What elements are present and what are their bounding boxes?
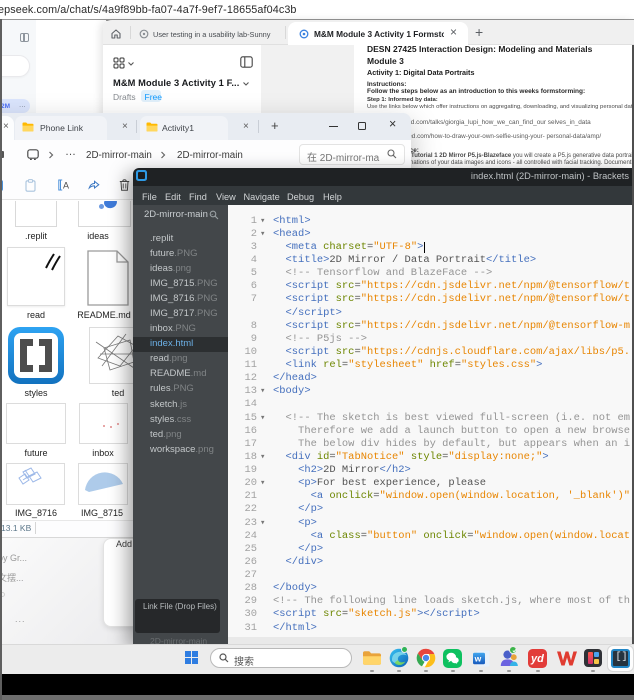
svg-text:A: A [63, 181, 69, 191]
svg-text:w: w [474, 654, 482, 664]
